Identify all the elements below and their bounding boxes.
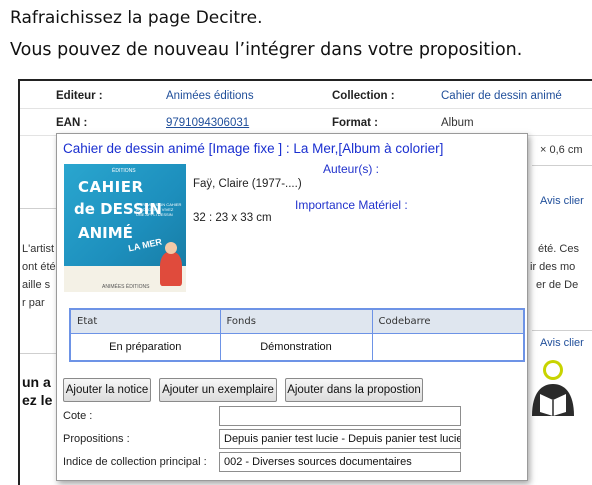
collection-label: Collection :	[332, 90, 395, 102]
reader-avatar-icon	[532, 360, 574, 416]
cover-publisher: ÉDITIONS	[112, 168, 136, 174]
table-row: En préparation Démonstration	[70, 333, 524, 361]
add-copy-button[interactable]: Ajouter un exemplaire	[159, 378, 277, 402]
description-fragment: r par	[22, 297, 45, 309]
cover-title-line: ANIMÉ	[78, 224, 133, 242]
ean-link[interactable]: 9791094306031	[166, 117, 249, 129]
importance-value: 32 : 23 x 33 cm	[193, 212, 272, 224]
format-value: Album	[441, 117, 474, 129]
cote-input[interactable]	[219, 406, 461, 426]
cote-label: Cote :	[63, 410, 93, 422]
cell-codebarre	[372, 333, 524, 361]
author-value: Faÿ, Claire (1977-....)	[193, 178, 302, 190]
description-fragment: été. Ces	[538, 243, 579, 255]
editeur-row: Editeur : Animées éditions Collection : …	[20, 83, 592, 109]
propositions-label: Propositions :	[63, 433, 130, 445]
editeur-label: Editeur :	[56, 90, 103, 102]
divider	[532, 165, 592, 166]
description-fragment: ont été	[22, 261, 56, 273]
add-notice-button[interactable]: Ajouter la notice	[63, 378, 151, 402]
cover-editor: ANIMÉES ÉDITIONS	[102, 284, 150, 290]
dimension-fragment: × 0,6 cm	[540, 144, 583, 156]
holdings-table: Etat Fonds Codebarre En préparation Démo…	[69, 308, 525, 362]
description-fragment: aille s	[22, 279, 51, 291]
editeur-link[interactable]: Animées éditions	[166, 90, 254, 102]
screenshot-frame: Editeur : Animées éditions Collection : …	[18, 79, 592, 485]
cell-etat: En préparation	[70, 333, 221, 361]
cover-illustration	[160, 242, 182, 286]
importance-label: Importance Matériel :	[295, 198, 408, 212]
divider	[20, 353, 56, 354]
description-fragment: ir des mo	[530, 261, 576, 273]
propositions-select[interactable]: Depuis panier test lucie - Depuis panier…	[219, 429, 461, 449]
column-header-etat: Etat	[70, 309, 221, 334]
column-header-codebarre: Codebarre	[372, 309, 524, 334]
indice-collection-label: Indice de collection principal :	[63, 456, 207, 468]
book-cover-image: ÉDITIONS CAHIER de DESSIN ANIMÉ LA MER À…	[64, 164, 186, 292]
description-fragment: er de De	[536, 279, 579, 291]
column-header-fonds: Fonds	[220, 309, 373, 334]
indice-collection-select[interactable]: 002 - Diverses sources documentaires	[219, 452, 461, 472]
notice-modal: Cahier de dessin animé [Image fixe ] : L…	[56, 133, 528, 481]
format-label: Format :	[332, 117, 378, 129]
add-to-proposal-button[interactable]: Ajouter dans la propostion	[285, 378, 423, 402]
auteurs-label: Auteur(s) :	[323, 162, 380, 176]
modal-title: Cahier de dessin animé [Image fixe ] : L…	[63, 141, 444, 156]
ean-label: EAN :	[56, 117, 88, 129]
divider	[20, 208, 56, 209]
instruction-line-2: Vous pouvez de nouveau l’intégrer dans v…	[10, 40, 523, 60]
divider	[532, 330, 592, 331]
table-header-row: Etat Fonds Codebarre	[70, 309, 524, 334]
collection-link[interactable]: Cahier de dessin animé	[441, 90, 562, 102]
section-heading-fragment: ez le	[22, 392, 53, 408]
cover-title-line: CAHIER	[78, 178, 144, 196]
cover-blurb: À TRAVERS UN CAHIER À COLORIER VIVEZ UNE…	[136, 202, 182, 217]
avis-clients-link[interactable]: Avis clier	[540, 195, 584, 207]
section-heading-fragment: un a	[22, 374, 51, 390]
instruction-line-1: Rafraichissez la page Decitre.	[10, 8, 263, 28]
description-fragment: L'artist	[22, 243, 55, 255]
avis-clients-link[interactable]: Avis clier	[540, 337, 584, 349]
cell-fonds: Démonstration	[220, 333, 373, 361]
